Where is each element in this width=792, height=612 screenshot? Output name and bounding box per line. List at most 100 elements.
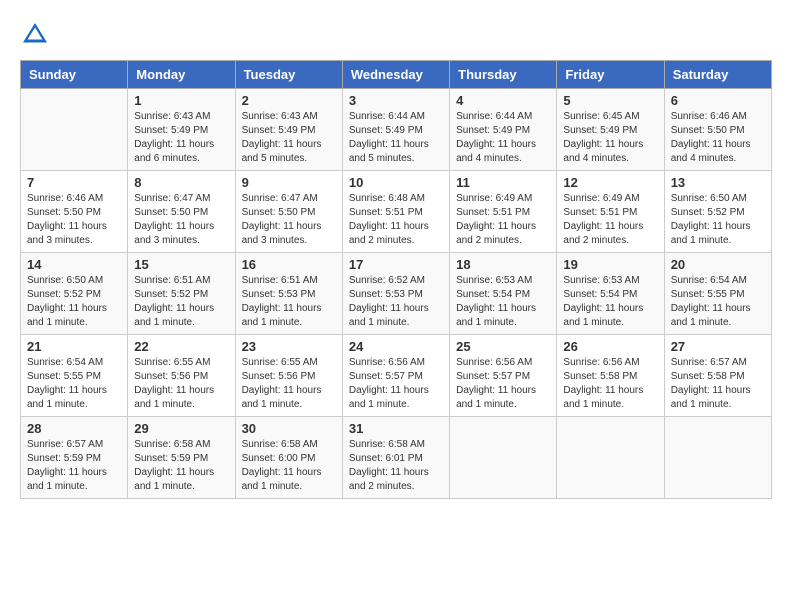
day-number: 16 (242, 257, 336, 272)
day-number: 29 (134, 421, 228, 436)
day-number: 17 (349, 257, 443, 272)
day-number: 11 (456, 175, 550, 190)
calendar-cell: 20 Sunrise: 6:54 AMSunset: 5:55 PMDayligh… (664, 253, 771, 335)
day-number: 26 (563, 339, 657, 354)
calendar-cell (21, 89, 128, 171)
day-info: Sunrise: 6:45 AMSunset: 5:49 PMDaylight:… (563, 110, 657, 166)
day-info: Sunrise: 6:49 AMSunset: 5:51 PMDaylight:… (563, 192, 657, 248)
day-number: 2 (242, 93, 336, 108)
calendar-cell: 18Sunrise: 6:53 AMSunset: 5:54 PMDayligh… (450, 253, 557, 335)
day-number: 30 (242, 421, 336, 436)
day-number: 25 (456, 339, 550, 354)
day-number: 6 (671, 93, 765, 108)
day-number: 23 (242, 339, 336, 354)
day-info: Sunrise: 6:56 AMSunset: 5:57 PMDaylight:… (349, 356, 443, 412)
day-info: Sunrise: 6:58 AMSunset: 6:00 PMDaylight:… (242, 438, 336, 494)
calendar-cell: 23 Sunrise: 6:55 AMSunset: 5:56 PMDayligh… (235, 335, 342, 417)
day-number: 22 (134, 339, 228, 354)
calendar-cell: 17 Sunrise: 6:52 AMSunset: 5:53 PMDayligh… (342, 253, 449, 335)
day-number: 14 (27, 257, 121, 272)
day-info: Sunrise: 6:57 AMSunset: 5:58 PMDaylight:… (671, 356, 765, 412)
calendar-cell: 4 Sunrise: 6:44 AMSunset: 5:49 PMDaylight… (450, 89, 557, 171)
day-info: Sunrise: 6:49 AMSunset: 5:51 PMDaylight:… (456, 192, 550, 248)
day-info: Sunrise: 6:58 AMSunset: 6:01 PMDaylight:… (349, 438, 443, 494)
calendar-cell: 7 Sunrise: 6:46 AMSunset: 5:50 PMDaylight… (21, 171, 128, 253)
day-info: Sunrise: 6:50 AMSunset: 5:52 PMDaylight:… (671, 192, 765, 248)
day-number: 3 (349, 93, 443, 108)
calendar-header-row: SundayMondayTuesdayWednesdayThursdayFrid… (21, 61, 772, 89)
day-info: Sunrise: 6:53 AMSunset: 5:54 PMDaylight:… (563, 274, 657, 330)
day-info: Sunrise: 6:50 AMSunset: 5:52 PMDaylight:… (27, 274, 121, 330)
day-info: Sunrise: 6:44 AMSunset: 5:49 PMDaylight:… (349, 110, 443, 166)
calendar-cell: 9 Sunrise: 6:47 AMSunset: 5:50 PMDaylight… (235, 171, 342, 253)
day-info: Sunrise: 6:46 AMSunset: 5:50 PMDaylight:… (27, 192, 121, 248)
calendar-cell: 1 Sunrise: 6:43 AMSunset: 5:49 PMDaylight… (128, 89, 235, 171)
calendar-cell: 5 Sunrise: 6:45 AMSunset: 5:49 PMDaylight… (557, 89, 664, 171)
day-info: Sunrise: 6:55 AMSunset: 5:56 PMDaylight:… (242, 356, 336, 412)
day-number: 4 (456, 93, 550, 108)
calendar-cell: 6 Sunrise: 6:46 AMSunset: 5:50 PMDaylight… (664, 89, 771, 171)
calendar-cell: 24 Sunrise: 6:56 AMSunset: 5:57 PMDayligh… (342, 335, 449, 417)
calendar-cell: 21 Sunrise: 6:54 AMSunset: 5:55 PMDayligh… (21, 335, 128, 417)
day-info: Sunrise: 6:44 AMSunset: 5:49 PMDaylight:… (456, 110, 550, 166)
day-number: 20 (671, 257, 765, 272)
calendar-header-thursday: Thursday (450, 61, 557, 89)
calendar-header-tuesday: Tuesday (235, 61, 342, 89)
calendar-cell (557, 417, 664, 499)
day-info: Sunrise: 6:55 AMSunset: 5:56 PMDaylight:… (134, 356, 228, 412)
day-number: 15 (134, 257, 228, 272)
calendar-cell: 19 Sunrise: 6:53 AMSunset: 5:54 PMDayligh… (557, 253, 664, 335)
calendar-week-4: 21 Sunrise: 6:54 AMSunset: 5:55 PMDayligh… (21, 335, 772, 417)
calendar-cell: 14 Sunrise: 6:50 AMSunset: 5:52 PMDayligh… (21, 253, 128, 335)
day-info: Sunrise: 6:43 AMSunset: 5:49 PMDaylight:… (134, 110, 228, 166)
calendar-cell: 16 Sunrise: 6:51 AMSunset: 5:53 PMDayligh… (235, 253, 342, 335)
calendar-header-sunday: Sunday (21, 61, 128, 89)
day-number: 5 (563, 93, 657, 108)
calendar-cell: 31 Sunrise: 6:58 AMSunset: 6:01 PMDayligh… (342, 417, 449, 499)
logo (20, 20, 54, 50)
day-number: 10 (349, 175, 443, 190)
calendar-week-5: 28Sunrise: 6:57 AMSunset: 5:59 PMDayligh… (21, 417, 772, 499)
calendar-cell: 22 Sunrise: 6:55 AMSunset: 5:56 PMDayligh… (128, 335, 235, 417)
day-number: 21 (27, 339, 121, 354)
calendar-cell (450, 417, 557, 499)
day-info: Sunrise: 6:58 AMSunset: 5:59 PMDaylight:… (134, 438, 228, 494)
day-info: Sunrise: 6:56 AMSunset: 5:57 PMDaylight:… (456, 356, 550, 412)
calendar-cell: 30 Sunrise: 6:58 AMSunset: 6:00 PMDayligh… (235, 417, 342, 499)
calendar-cell: 26 Sunrise: 6:56 AMSunset: 5:58 PMDayligh… (557, 335, 664, 417)
day-number: 24 (349, 339, 443, 354)
logo-icon (20, 20, 50, 50)
day-number: 28 (27, 421, 121, 436)
day-number: 27 (671, 339, 765, 354)
calendar-week-3: 14 Sunrise: 6:50 AMSunset: 5:52 PMDayligh… (21, 253, 772, 335)
day-info: Sunrise: 6:54 AMSunset: 5:55 PMDaylight:… (27, 356, 121, 412)
day-info: Sunrise: 6:54 AMSunset: 5:55 PMDaylight:… (671, 274, 765, 330)
day-number: 1 (134, 93, 228, 108)
calendar-cell: 12Sunrise: 6:49 AMSunset: 5:51 PMDayligh… (557, 171, 664, 253)
calendar-cell: 27 Sunrise: 6:57 AMSunset: 5:58 PMDayligh… (664, 335, 771, 417)
day-info: Sunrise: 6:53 AMSunset: 5:54 PMDaylight:… (456, 274, 550, 330)
calendar-cell: 13Sunrise: 6:50 AMSunset: 5:52 PMDayligh… (664, 171, 771, 253)
day-info: Sunrise: 6:47 AMSunset: 5:50 PMDaylight:… (242, 192, 336, 248)
day-info: Sunrise: 6:56 AMSunset: 5:58 PMDaylight:… (563, 356, 657, 412)
calendar-table: SundayMondayTuesdayWednesdayThursdayFrid… (20, 60, 772, 499)
page-header (20, 20, 772, 50)
calendar-cell: 8Sunrise: 6:47 AMSunset: 5:50 PMDaylight… (128, 171, 235, 253)
calendar-cell (664, 417, 771, 499)
calendar-cell: 25 Sunrise: 6:56 AMSunset: 5:57 PMDayligh… (450, 335, 557, 417)
day-info: Sunrise: 6:46 AMSunset: 5:50 PMDaylight:… (671, 110, 765, 166)
calendar-header-wednesday: Wednesday (342, 61, 449, 89)
day-number: 7 (27, 175, 121, 190)
calendar-cell: 11 Sunrise: 6:49 AMSunset: 5:51 PMDayligh… (450, 171, 557, 253)
day-number: 9 (242, 175, 336, 190)
day-info: Sunrise: 6:51 AMSunset: 5:53 PMDaylight:… (242, 274, 336, 330)
calendar-header-friday: Friday (557, 61, 664, 89)
calendar-cell: 2Sunrise: 6:43 AMSunset: 5:49 PMDaylight… (235, 89, 342, 171)
calendar-cell: 29 Sunrise: 6:58 AMSunset: 5:59 PMDayligh… (128, 417, 235, 499)
day-number: 19 (563, 257, 657, 272)
calendar-cell: 28Sunrise: 6:57 AMSunset: 5:59 PMDayligh… (21, 417, 128, 499)
day-info: Sunrise: 6:48 AMSunset: 5:51 PMDaylight:… (349, 192, 443, 248)
day-info: Sunrise: 6:52 AMSunset: 5:53 PMDaylight:… (349, 274, 443, 330)
day-number: 31 (349, 421, 443, 436)
calendar-week-1: 1 Sunrise: 6:43 AMSunset: 5:49 PMDaylight… (21, 89, 772, 171)
